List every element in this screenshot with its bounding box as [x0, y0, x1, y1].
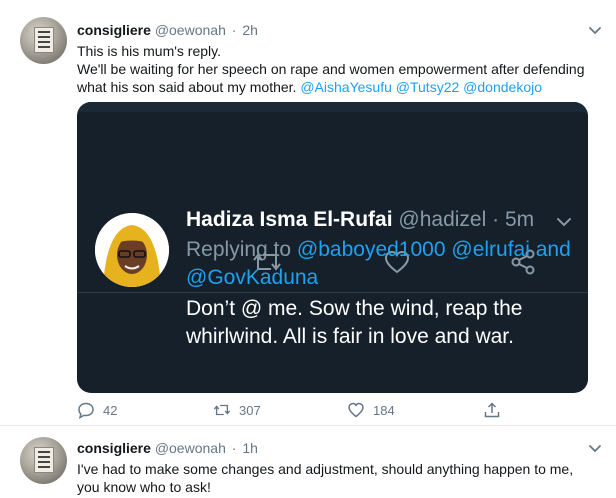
embedded-tweet-body: Don’t @ me. Sow the wind, reap the whirl… — [186, 297, 523, 348]
mention-link[interactable]: @dondekojo — [463, 79, 542, 95]
embedded-author-handle: @hadizel — [398, 208, 487, 231]
tweet-header: consigliere @oewonah · 2h — [77, 21, 258, 39]
avatar[interactable] — [20, 17, 67, 64]
reply-button[interactable]: 42 — [77, 400, 117, 420]
chevron-down-icon — [557, 218, 571, 227]
chevron-down-icon[interactable] — [588, 23, 602, 37]
timestamp[interactable]: 1h — [242, 440, 258, 456]
timestamp[interactable]: 2h — [242, 22, 258, 38]
embedded-header: Hadiza Isma El-Rufai @hadizel · 5m — [186, 206, 534, 234]
embedded-mention: @baboyed1000 — [296, 238, 446, 261]
chevron-down-icon[interactable] — [588, 441, 602, 455]
avatar-sign-graphic — [34, 27, 54, 53]
tweet-1[interactable]: consigliere @oewonah · 2h This is his mu… — [0, 0, 616, 425]
replying-to-label: Replying to — [186, 238, 292, 261]
share-icon — [484, 402, 500, 418]
embedded-screenshot[interactable]: Hadiza Isma El-Rufai @hadizel · 5m Reply… — [77, 102, 588, 393]
embedded-replying-to: Replying to @baboyed1000 @elrufai and @G… — [186, 236, 576, 292]
separator-dot: · — [231, 440, 237, 456]
tweet-text: This is his mum's reply. We'll be waitin… — [77, 42, 587, 96]
author-handle[interactable]: @oewonah — [155, 22, 226, 38]
separator-dot: · — [492, 208, 500, 231]
embedded-avatar — [95, 213, 169, 287]
mention-link[interactable]: @Tutsy22 — [396, 79, 460, 95]
embedded-mention: @elrufai — [451, 238, 530, 261]
tweet-text: I've had to make some changes and adjust… — [77, 461, 574, 495]
share-button[interactable] — [483, 400, 509, 420]
avatar[interactable] — [20, 437, 67, 484]
embedded-timestamp: 5m — [504, 208, 535, 231]
heart-icon — [348, 402, 364, 418]
separator-dot: · — [231, 22, 237, 38]
author-name[interactable]: consigliere — [77, 440, 151, 456]
embedded-and-text: and — [535, 238, 571, 261]
screenshot-divider — [77, 292, 588, 293]
avatar-sign-graphic — [34, 447, 54, 473]
author-handle[interactable]: @oewonah — [155, 440, 226, 456]
like-button[interactable]: 184 — [347, 400, 395, 420]
portrait-image — [95, 213, 169, 287]
reply-icon — [78, 402, 94, 419]
like-count: 184 — [373, 402, 395, 418]
screenshot-top-strip — [77, 102, 588, 112]
retweet-button[interactable]: 307 — [213, 400, 261, 420]
author-name[interactable]: consigliere — [77, 22, 151, 38]
tweet-text-paragraph: We'll be waiting for her speech on rape … — [77, 60, 587, 96]
embedded-mention: @GovKaduna — [186, 266, 319, 289]
mention-link[interactable]: @AishaYesufu — [300, 79, 392, 95]
tweet-2[interactable]: consigliere @oewonah · 1h I've had to ma… — [0, 426, 616, 498]
retweet-icon — [213, 404, 231, 416]
tweet-header: consigliere @oewonah · 1h — [77, 439, 258, 457]
reply-count: 42 — [103, 402, 118, 418]
tweet-text-line: This is his mum's reply. — [77, 43, 221, 59]
embedded-author-name: Hadiza Isma El-Rufai — [186, 208, 393, 231]
retweet-count: 307 — [239, 402, 261, 418]
